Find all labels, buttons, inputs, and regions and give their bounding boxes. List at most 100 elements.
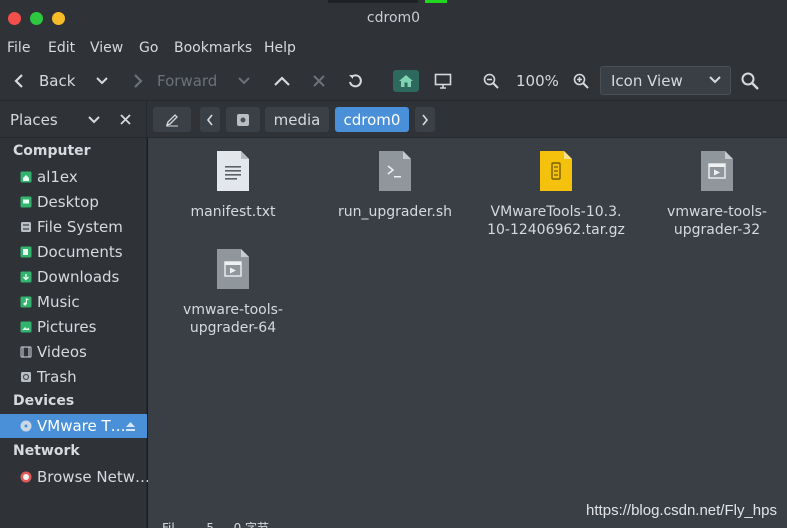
sidebar-item-videos[interactable]: Videos	[0, 340, 147, 364]
home-icon	[399, 75, 413, 87]
forward-button[interactable]: Forward	[131, 61, 217, 101]
file-name: run_upgrader.sh	[315, 203, 475, 221]
path-scroll-right-button[interactable]	[415, 107, 435, 132]
pictures-folder-icon	[20, 321, 32, 333]
stop-button[interactable]	[313, 61, 325, 101]
sidebar-item-label: VMware T…	[37, 417, 126, 435]
sidebar-item-vmware-tools[interactable]: VMware T…	[0, 414, 147, 438]
file-name-line: upgrader-32	[673, 222, 761, 238]
menu-edit[interactable]: Edit	[48, 40, 75, 56]
crumb-filesystem-root[interactable]	[226, 107, 260, 132]
section-computer: Computer	[13, 143, 91, 159]
sidebar-item-label: al1ex	[37, 168, 78, 186]
section-network: Network	[13, 443, 80, 459]
file-name: vmware-tools-upgrader-32	[637, 203, 787, 239]
music-folder-icon	[20, 296, 32, 308]
sidebar: Places Computer al1ex Desktop File Syste…	[0, 101, 150, 528]
search-button[interactable]	[741, 61, 759, 101]
menu-help[interactable]: Help	[264, 40, 296, 56]
folder-icon	[20, 271, 32, 283]
menu-go[interactable]: Go	[139, 40, 158, 56]
file-name: vmware-tools-upgrader-64	[153, 301, 313, 337]
chevron-down-icon	[709, 76, 721, 84]
sidebar-item-file-system[interactable]: File System	[0, 215, 147, 239]
zoom-in-button[interactable]	[573, 61, 589, 101]
drive-icon	[21, 222, 31, 232]
text-file-icon	[217, 151, 249, 191]
forward-history-dropdown[interactable]	[238, 61, 250, 101]
file-name-line: manifest.txt	[190, 204, 276, 220]
sidebar-item-label: Videos	[37, 343, 87, 361]
file-item[interactable]: VMwareTools-10.3. 10-12406962.tar.gz	[476, 149, 636, 239]
close-icon[interactable]	[120, 114, 131, 125]
sidebar-item-label: Downloads	[37, 268, 120, 286]
crumb-cdrom0[interactable]: cdrom0	[335, 107, 409, 132]
sidebar-item-label: Documents	[37, 243, 123, 261]
chevron-down-icon	[238, 77, 250, 85]
sidebar-item-pictures[interactable]: Pictures	[0, 315, 147, 339]
sidebar-item-music[interactable]: Music	[0, 290, 147, 314]
search-icon	[741, 72, 759, 90]
back-history-dropdown[interactable]	[96, 61, 108, 101]
view-mode-select[interactable]: Icon View	[600, 66, 731, 95]
sidebar-item-label: File System	[37, 218, 123, 236]
file-item[interactable]: vmware-tools-upgrader-64	[153, 247, 313, 337]
zoom-in-icon	[573, 73, 589, 89]
reload-button[interactable]	[347, 61, 363, 101]
menu-view[interactable]: View	[90, 40, 123, 56]
sidebar-item-label: Desktop	[37, 193, 99, 211]
close-icon	[313, 75, 325, 87]
sidebar-item-documents[interactable]: Documents	[0, 240, 147, 264]
sidebar-item-label: Pictures	[37, 318, 97, 336]
file-name-line: vmware-tools-	[183, 302, 283, 318]
sidebar-item-downloads[interactable]: Downloads	[0, 265, 147, 289]
up-button[interactable]	[274, 61, 290, 101]
network-icon	[20, 471, 32, 483]
chevron-down-icon[interactable]	[88, 116, 100, 124]
forward-label: Forward	[157, 72, 218, 90]
file-name-line: vmware-tools-	[667, 204, 767, 220]
menu-bar: File Edit View Go Bookmarks Help	[0, 37, 787, 61]
computer-button[interactable]	[434, 61, 452, 101]
chevron-up-icon	[274, 76, 290, 86]
status-bar: Fil… … 5 … 0 字节	[148, 516, 787, 528]
archive-file-icon	[540, 151, 572, 191]
view-mode-value: Icon View	[611, 71, 683, 90]
menu-file[interactable]: File	[7, 40, 30, 56]
file-view[interactable]: manifest.txt run_upgrader.sh VMwareTools…	[148, 138, 787, 528]
sidebar-item-home[interactable]: al1ex	[0, 165, 147, 189]
file-name: VMwareTools-10.3. 10-12406962.tar.gz	[476, 203, 636, 239]
zoom-out-button[interactable]	[483, 61, 499, 101]
monitor-icon	[434, 73, 452, 89]
back-label: Back	[39, 72, 76, 90]
file-item[interactable]: run_upgrader.sh	[315, 149, 475, 221]
executable-file-icon	[217, 249, 249, 289]
home-button[interactable]	[393, 70, 419, 92]
zoom-level[interactable]: 100%	[516, 61, 559, 101]
crumb-media[interactable]: media	[265, 107, 329, 132]
title-bar-strip	[328, 0, 418, 3]
zoom-out-icon	[483, 73, 499, 89]
toggle-location-button[interactable]	[153, 107, 191, 132]
folder-icon	[20, 246, 32, 258]
file-name-line: run_upgrader.sh	[337, 204, 453, 220]
file-item[interactable]: manifest.txt	[153, 149, 313, 221]
home-icon	[20, 171, 32, 183]
eject-icon[interactable]	[125, 421, 136, 432]
forward-arrow-icon	[134, 74, 143, 88]
sidebar-item-label: Trash	[37, 368, 77, 386]
window-title: cdrom0	[366, 10, 421, 26]
video-icon	[20, 346, 32, 358]
sidebar-item-browse-network[interactable]: Browse Netw…	[0, 465, 150, 489]
sidebar-item-trash[interactable]: Trash	[0, 365, 147, 389]
menu-bookmarks[interactable]: Bookmarks	[174, 40, 252, 56]
chevron-left-icon	[206, 114, 213, 125]
file-item[interactable]: vmware-tools-upgrader-32	[637, 149, 787, 239]
chevron-down-icon	[96, 77, 108, 85]
section-devices: Devices	[13, 393, 75, 409]
file-name: manifest.txt	[153, 203, 313, 221]
path-scroll-left-button[interactable]	[200, 107, 220, 132]
back-button[interactable]: Back	[12, 61, 75, 101]
optical-disc-icon	[20, 420, 32, 432]
sidebar-item-desktop[interactable]: Desktop	[0, 190, 147, 214]
